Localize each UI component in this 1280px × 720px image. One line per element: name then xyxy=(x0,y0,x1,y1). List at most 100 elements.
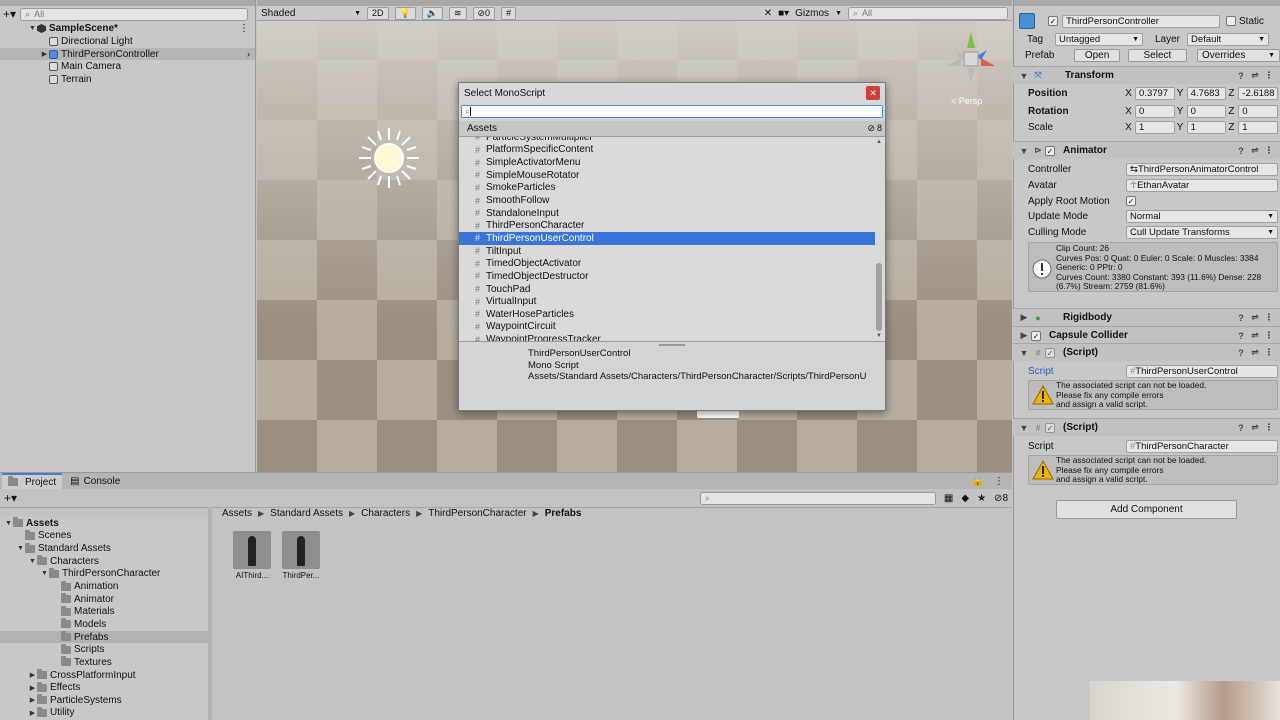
script-list-item[interactable]: # TimedObjectActivator xyxy=(459,257,885,270)
prefab-label[interactable]: ThirdPer... xyxy=(279,571,323,580)
hierarchy-item[interactable]: Directional Light xyxy=(0,35,255,48)
more-options-icon[interactable]: ⋮ xyxy=(1262,422,1276,433)
script-list-item[interactable]: # ThirdPersonUserControl xyxy=(459,232,875,245)
preset-icon[interactable]: ⇌ xyxy=(1248,347,1262,358)
favorite-icon[interactable]: ★ xyxy=(977,493,986,504)
filter-type-icon[interactable]: ▦ xyxy=(944,493,953,504)
tree-item[interactable]: ▶ Utility xyxy=(0,706,208,720)
tree-item[interactable]: ▶ CrossPlatformInput xyxy=(0,669,208,682)
rigidbody-header[interactable]: ▶ ● Rigidbody ? ⇌ ⋮ xyxy=(1013,308,1280,326)
breadcrumb-item[interactable]: Standard Assets xyxy=(270,508,343,519)
chevron-right-icon[interactable]: ▶ xyxy=(28,684,37,692)
component-enabled-checkbox[interactable]: ✓ xyxy=(1045,347,1055,358)
tree-item[interactable]: Animation xyxy=(0,580,208,593)
tree-item[interactable]: Textures xyxy=(0,656,208,669)
script-field[interactable]: # ThirdPersonUserControl xyxy=(1126,364,1278,378)
static-checkbox[interactable] xyxy=(1226,16,1236,26)
chevron-right-icon[interactable]: ▶ xyxy=(40,50,49,58)
script-list-item[interactable]: # SimpleMouseRotator xyxy=(459,169,885,182)
prefab-label[interactable]: AIThird... xyxy=(230,571,274,580)
open-button[interactable]: Open xyxy=(1074,48,1120,62)
2d-toggle[interactable]: 2D xyxy=(367,6,389,20)
orientation-gizmo-icon[interactable] xyxy=(941,28,1001,88)
missing-script-header[interactable]: ▼ # ✓ (Script) ? ⇌ ⋮ xyxy=(1013,418,1280,436)
script-list-item[interactable]: # TiltInput xyxy=(459,245,885,258)
help-icon[interactable]: ? xyxy=(1234,146,1248,156)
script-list-item[interactable]: # PlatformSpecificContent xyxy=(459,144,885,157)
preset-icon[interactable]: ⇌ xyxy=(1248,70,1262,81)
perspective-label[interactable]: < Persp xyxy=(951,96,982,106)
help-icon[interactable]: ? xyxy=(1234,348,1248,358)
scroll-up-icon[interactable]: ▲ xyxy=(876,139,882,145)
chevron-down-icon[interactable]: ▼ xyxy=(835,10,842,17)
help-icon[interactable]: ? xyxy=(1234,331,1248,341)
scale-x-field[interactable]: 1 xyxy=(1135,120,1175,134)
chevron-down-icon[interactable]: ▼ xyxy=(1017,423,1031,433)
chevron-right-icon[interactable]: ▶ xyxy=(1017,330,1031,341)
tree-item[interactable]: ▶ ParticleSystems xyxy=(0,694,208,707)
overrides-dropdown[interactable]: Overrides ▼ xyxy=(1197,48,1280,62)
tree-item[interactable]: ▼ Assets xyxy=(0,517,208,530)
prefab-thumbnail[interactable] xyxy=(233,531,271,569)
missing-script-header[interactable]: ▼ # ✓ (Script) ? ⇌ ⋮ xyxy=(1013,343,1280,361)
object-name-field[interactable]: ThirdPersonController xyxy=(1062,14,1220,28)
preset-icon[interactable]: ⇌ xyxy=(1248,312,1262,323)
hierarchy-item[interactable]: Main Camera xyxy=(0,60,255,73)
script-list-item[interactable]: # SmoothFollow xyxy=(459,194,885,207)
more-options-icon[interactable]: ⋮ xyxy=(1262,330,1276,341)
more-options-icon[interactable]: ⋮ xyxy=(1262,70,1276,81)
script-list-item[interactable]: # TimedObjectDestructor xyxy=(459,270,885,283)
help-icon[interactable]: ? xyxy=(1234,423,1248,433)
light-gizmo-icon[interactable] xyxy=(357,126,421,190)
effects-toggle[interactable]: ≋ xyxy=(448,6,467,20)
tools-icon[interactable]: ✕ xyxy=(764,8,772,19)
more-options-icon[interactable]: ⋮ xyxy=(1262,312,1276,323)
help-icon[interactable]: ? xyxy=(1234,71,1248,81)
object-search-input[interactable]: ⌕ xyxy=(461,105,883,118)
hidden-packages-toggle[interactable]: ⊘8 xyxy=(994,493,1008,504)
chevron-down-icon[interactable]: ▼ xyxy=(16,545,25,552)
grid-toggle[interactable]: # xyxy=(501,6,517,20)
chevron-down-icon[interactable]: ▼ xyxy=(1017,71,1031,81)
rotation-y-field[interactable]: 0 xyxy=(1186,104,1227,118)
capsule-collider-header[interactable]: ▶ ✓ Capsule Collider ? ⇌ ⋮ xyxy=(1013,326,1280,344)
hierarchy-item[interactable]: ▶ ThirdPersonController › xyxy=(0,47,255,61)
tab-console[interactable]: ▤ Console xyxy=(64,473,126,489)
script-list-item[interactable]: # SmokeParticles xyxy=(459,182,885,195)
script-list[interactable]: # ParticleSystemMultiplier # PlatformSpecif… xyxy=(459,137,885,342)
component-enabled-checkbox[interactable]: ✓ xyxy=(1045,145,1055,156)
more-options-icon[interactable]: ⋮ xyxy=(1262,145,1276,156)
script-list-item[interactable]: # VirtualInput xyxy=(459,295,885,308)
scene-root[interactable]: ▼ SampleScene* ⋮ xyxy=(0,22,255,35)
scale-y-field[interactable]: 1 xyxy=(1186,120,1227,134)
audio-toggle[interactable]: 🔈 xyxy=(421,6,443,20)
scale-z-field[interactable]: 1 xyxy=(1238,120,1278,134)
create-dropdown[interactable]: +▾ xyxy=(3,7,16,21)
rotation-x-field[interactable]: 0 xyxy=(1135,104,1175,118)
more-options-icon[interactable]: ⋮ xyxy=(1262,347,1276,358)
tree-item[interactable]: ▶ Effects xyxy=(0,681,208,694)
tree-item[interactable]: Scripts xyxy=(0,643,208,656)
animator-header[interactable]: ▼ ⊳ ✓ Animator ? ⇌ ⋮ xyxy=(1013,141,1280,159)
script-list-item[interactable]: # SimpleActivatorMenu xyxy=(459,156,885,169)
component-enabled-checkbox[interactable]: ✓ xyxy=(1045,422,1055,433)
breadcrumb-item[interactable]: Prefabs xyxy=(545,508,582,519)
preset-icon[interactable]: ⇌ xyxy=(1248,145,1262,156)
hierarchy-search-input[interactable]: ⌕ All xyxy=(20,7,249,21)
position-x-field[interactable]: 0.3797 xyxy=(1135,86,1175,100)
avatar-field[interactable]: ☥ EthanAvatar xyxy=(1126,178,1278,192)
script-list-item[interactable]: # WaterHoseParticles xyxy=(459,308,885,321)
update-mode-dropdown[interactable]: Normal ▼ xyxy=(1126,209,1278,223)
script-field[interactable]: # ThirdPersonCharacter xyxy=(1126,439,1278,453)
project-search-input[interactable]: ⌕ xyxy=(699,491,936,505)
chevron-right-icon[interactable]: › xyxy=(247,49,250,59)
script-list-item[interactable]: # StandaloneInput xyxy=(459,207,885,220)
tree-item[interactable]: Animator xyxy=(0,593,208,606)
tree-item[interactable]: Scenes xyxy=(0,529,208,543)
lock-icon[interactable]: 🔒 xyxy=(972,476,984,487)
breadcrumb-item[interactable]: ThirdPersonCharacter xyxy=(428,508,526,519)
chevron-down-icon[interactable]: ▼ xyxy=(1017,348,1031,358)
lighting-toggle[interactable]: 💡 xyxy=(394,6,416,20)
filter-label-icon[interactable]: ◆ xyxy=(961,493,969,504)
scrollbar-thumb[interactable] xyxy=(876,263,882,331)
